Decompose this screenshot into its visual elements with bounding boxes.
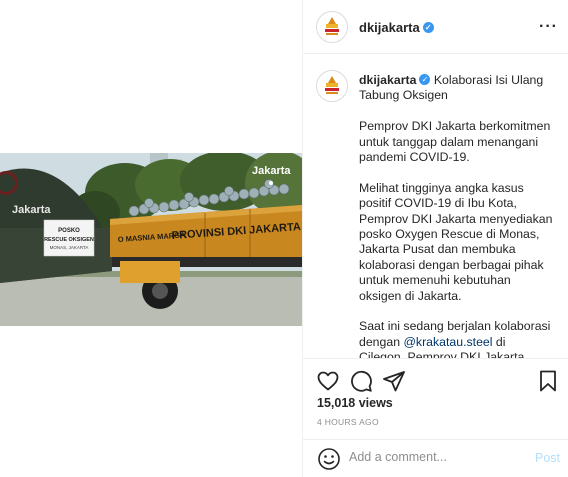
view-count[interactable]: 15,018 views bbox=[317, 396, 393, 410]
tent-label: Jakarta bbox=[12, 204, 51, 216]
caption-paragraph-1: Pemprov DKI Jakarta berkomitmen untuk ta… bbox=[359, 119, 551, 165]
post-button[interactable]: Post bbox=[535, 451, 560, 465]
header-username[interactable]: dkijakarta ✓ bbox=[359, 20, 434, 35]
comment-bar: Post bbox=[303, 439, 568, 477]
post-details-pane: dkijakarta ✓ ··· dkijakarta ✓ Kolaborasi I… bbox=[303, 0, 568, 477]
caption-username[interactable]: dkijakarta bbox=[359, 73, 416, 87]
sign-line-2: RESCUE OKSIGEN bbox=[44, 237, 94, 243]
post-timestamp[interactable]: 4 HOURS AGO bbox=[317, 417, 379, 427]
dki-logo-icon bbox=[317, 12, 347, 42]
dki-logo-icon bbox=[317, 71, 347, 101]
caption-paragraph-3: Saat ini sedang berjalan kolaborasi deng… bbox=[359, 319, 551, 358]
avatar[interactable] bbox=[316, 11, 348, 43]
caption-area: dkijakarta ✓ Kolaborasi Isi Ulang Tabung … bbox=[303, 55, 568, 358]
bookmark-icon[interactable] bbox=[536, 369, 560, 393]
photo-watermark: Jakarta bbox=[252, 165, 291, 177]
share-icon[interactable] bbox=[382, 369, 406, 393]
emoji-icon[interactable] bbox=[317, 447, 341, 471]
post-photo[interactable]: Jakarta POSKO RESCUE OKSIGEN MONAS, JAKA… bbox=[0, 153, 302, 326]
sign-line-1: POSKO bbox=[58, 228, 80, 234]
post-header: dkijakarta ✓ ··· bbox=[303, 0, 568, 54]
comment-icon[interactable] bbox=[349, 369, 373, 393]
caption-avatar[interactable] bbox=[316, 70, 348, 102]
verified-badge-icon: ✓ bbox=[422, 22, 434, 34]
mention-link[interactable]: @krakatau.steel bbox=[403, 335, 492, 349]
caption-text: dkijakarta ✓ Kolaborasi Isi Ulang Tabung … bbox=[359, 73, 554, 358]
sign-line-3: MONAS, JAKARTA bbox=[50, 245, 89, 250]
comment-input[interactable] bbox=[349, 450, 519, 464]
verified-badge-icon: ✓ bbox=[419, 74, 431, 86]
media-pane: Jakarta POSKO RESCUE OKSIGEN MONAS, JAKA… bbox=[0, 0, 302, 477]
more-options-icon[interactable]: ··· bbox=[539, 18, 558, 36]
heart-icon[interactable] bbox=[316, 369, 340, 393]
caption-paragraph-2: Melihat tingginya angka kasus positif CO… bbox=[359, 180, 553, 303]
